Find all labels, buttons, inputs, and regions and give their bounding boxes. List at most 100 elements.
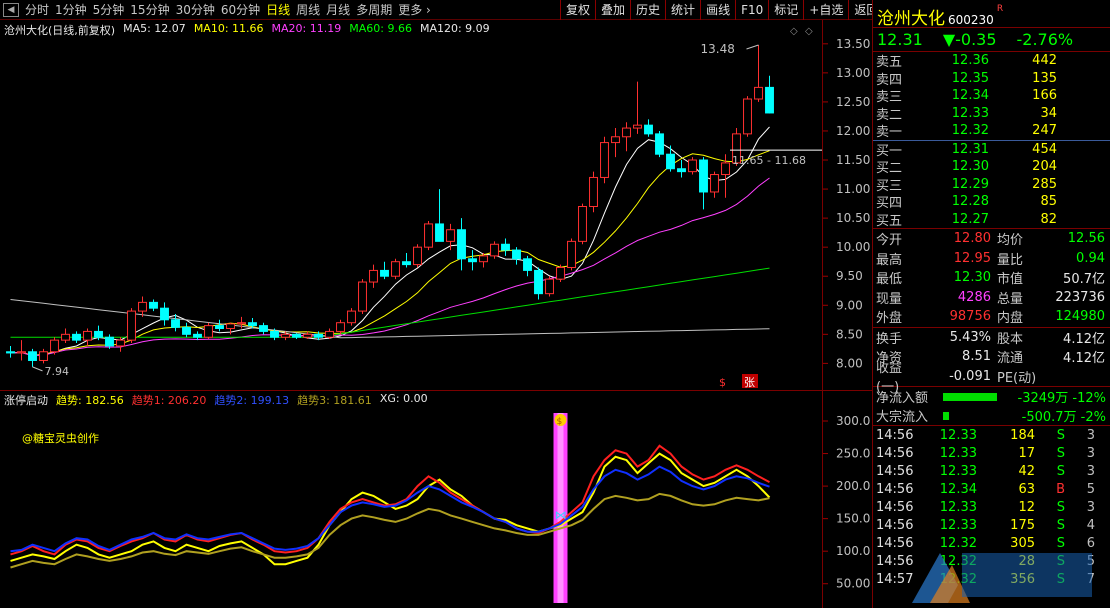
candle-up	[358, 281, 367, 312]
candle-down	[765, 86, 774, 114]
candle-down	[534, 269, 543, 295]
bid-row: 买四 12.28 85	[873, 193, 1110, 211]
tick-row: 14:56 12.33 184 S 3	[873, 426, 1110, 444]
candle-down	[644, 124, 653, 135]
stat-label: 换手	[876, 331, 903, 347]
candle-down	[193, 333, 202, 338]
stat-value: 12.80	[953, 231, 991, 247]
flow-label: 净流入额	[876, 391, 929, 406]
butterfly-icon: ⋈	[555, 508, 567, 522]
candle-down	[457, 229, 466, 260]
last-price: 12.31	[877, 30, 923, 49]
book-price: 12.35	[951, 70, 989, 86]
ma120-legend: MA120: 9.09	[419, 22, 490, 35]
tick-price: 12.33	[939, 427, 977, 443]
pane-divider[interactable]	[0, 390, 872, 391]
candle-down	[160, 307, 169, 321]
price-change-pct: -2.76%	[1016, 30, 1074, 49]
tick-time: 14:56	[876, 517, 914, 533]
ask-row: 卖五 12.36 442	[873, 52, 1110, 70]
flow-bar	[943, 392, 997, 401]
axis-divider	[822, 20, 823, 608]
tick-time: 14:56	[876, 463, 914, 479]
fund-flow-block: 净流入额 -3249万 -12% 大宗流入 -500.7万 -2%	[873, 387, 1110, 425]
tick-price: 12.33	[939, 517, 977, 533]
tick-volume: 63	[1018, 481, 1035, 497]
trend3-legend: 趋势3: 181.61	[297, 394, 372, 407]
book-price: 12.31	[951, 141, 989, 157]
tick-row: 14:56 12.33 12 S 3	[873, 498, 1110, 516]
ask-row: 卖二 12.33 34	[873, 105, 1110, 123]
ma10-legend: MA10: 11.66	[193, 22, 264, 35]
stat-row: 换手 5.43% 股本 4.12亿	[873, 328, 1110, 348]
book-volume: 247	[1032, 123, 1057, 139]
candle-down	[171, 319, 180, 328]
stat-value: 4.12亿	[1063, 351, 1105, 367]
tick-time: 14:56	[876, 499, 914, 515]
book-volume: 34	[1040, 105, 1057, 121]
book-label: 买三	[876, 178, 903, 194]
y-axis-label: 13.50	[836, 37, 870, 51]
tick-time: 14:56	[876, 427, 914, 443]
signal-marker-s: $	[719, 376, 726, 389]
candle-down	[105, 336, 114, 347]
stat-value: 4.12亿	[1063, 331, 1105, 347]
candle-down	[402, 261, 411, 266]
stat-label: 均价	[997, 233, 1024, 249]
stat-label: 最低	[876, 272, 903, 288]
y-axis-label: 50.00	[836, 577, 870, 591]
tick-count: 3	[1086, 427, 1095, 443]
candle-up	[611, 136, 620, 144]
book-volume: 442	[1032, 53, 1057, 69]
candle-down	[292, 333, 301, 338]
stat-label: 股本	[997, 331, 1024, 347]
indicator-title: 涨停启动	[4, 394, 48, 407]
xg-legend: XG: 0.00	[379, 392, 428, 405]
candle-down	[666, 153, 675, 170]
author-credit: @糖宝灵虫创作	[22, 432, 99, 445]
y-axis-label: 12.00	[836, 124, 870, 138]
book-label: 卖二	[876, 107, 903, 123]
candle-up	[325, 330, 334, 338]
y-axis-label: 10.50	[836, 211, 870, 225]
tick-row: 14:56 12.33 175 S 4	[873, 516, 1110, 534]
ask-row: 卖三 12.34 166	[873, 87, 1110, 105]
candle-down	[468, 258, 477, 263]
stat-value: 50.7亿	[1063, 272, 1105, 288]
book-volume: 85	[1040, 194, 1057, 210]
candle-up	[347, 310, 356, 324]
y-axis-label: 300.0	[836, 414, 870, 428]
low-pointer	[32, 366, 43, 372]
candle-up	[39, 351, 48, 361]
stat-value: 12.56	[1067, 231, 1105, 247]
ask-row: 卖一 12.32 247	[873, 122, 1110, 140]
stat-label: 最高	[876, 252, 903, 268]
pane-option-icon: ◇	[790, 26, 798, 37]
candle-down	[270, 330, 279, 338]
stat-label: 总量	[997, 291, 1024, 307]
tick-count: 5	[1086, 481, 1095, 497]
book-label: 卖一	[876, 125, 903, 141]
stat-value: -0.091	[949, 368, 991, 384]
bid-row: 买五 12.27 82	[873, 211, 1110, 229]
candle-down	[699, 159, 708, 193]
tick-price: 12.33	[939, 445, 977, 461]
candle-up	[578, 206, 587, 242]
candle-down	[248, 322, 257, 327]
tick-side: S	[1056, 427, 1065, 443]
candle-down	[6, 351, 15, 354]
bid-row: 买二 12.30 204	[873, 158, 1110, 176]
stock-code: 600230	[948, 13, 994, 27]
candle-down	[314, 333, 323, 338]
book-volume: 454	[1032, 141, 1057, 157]
tick-row: 14:56 12.34 63 B 5	[873, 480, 1110, 498]
fund-flow-row: 净流入额 -3249万 -12%	[873, 387, 1110, 406]
kline-chart[interactable]: 13.50 13.00 12.50 12.00 11.50 11.00 10.50 10.00…	[0, 0, 872, 608]
candle-up	[413, 246, 422, 266]
candle-up	[127, 310, 136, 341]
stat-row: 最高 12.95 量比 0.94	[873, 249, 1110, 269]
tick-side: S	[1056, 517, 1065, 533]
candle-down	[655, 133, 664, 155]
trend-legend: 趋势: 182.56	[56, 394, 124, 407]
stat-label: 流通	[997, 351, 1024, 367]
